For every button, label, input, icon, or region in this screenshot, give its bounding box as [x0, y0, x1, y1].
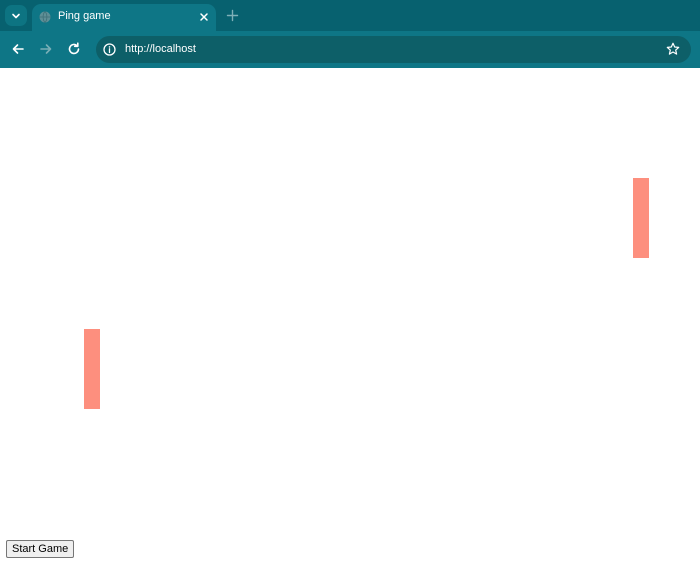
url-text[interactable]: http://localhost — [125, 43, 196, 55]
reload-icon[interactable] — [66, 41, 82, 57]
info-icon[interactable] — [103, 43, 116, 56]
close-icon[interactable] — [198, 11, 210, 23]
plus-icon[interactable] — [226, 9, 239, 22]
forward-arrow-icon[interactable] — [38, 41, 54, 57]
tab-strip: Ping game — [0, 0, 700, 31]
right-paddle — [633, 178, 649, 258]
left-paddle — [84, 329, 100, 409]
back-arrow-icon[interactable] — [10, 41, 26, 57]
address-bar[interactable]: http://localhost — [96, 36, 691, 63]
tab-title: Ping game — [58, 10, 111, 22]
chevron-down-icon — [12, 13, 20, 18]
browser-toolbar: http://localhost — [0, 31, 700, 68]
tab-ping-game[interactable]: Ping game — [32, 4, 216, 31]
start-game-button[interactable]: Start Game — [6, 540, 75, 558]
page-content: Start Game — [0, 68, 700, 570]
star-icon[interactable] — [666, 42, 680, 56]
tab-search-button[interactable] — [5, 5, 27, 26]
globe-icon — [39, 11, 51, 23]
